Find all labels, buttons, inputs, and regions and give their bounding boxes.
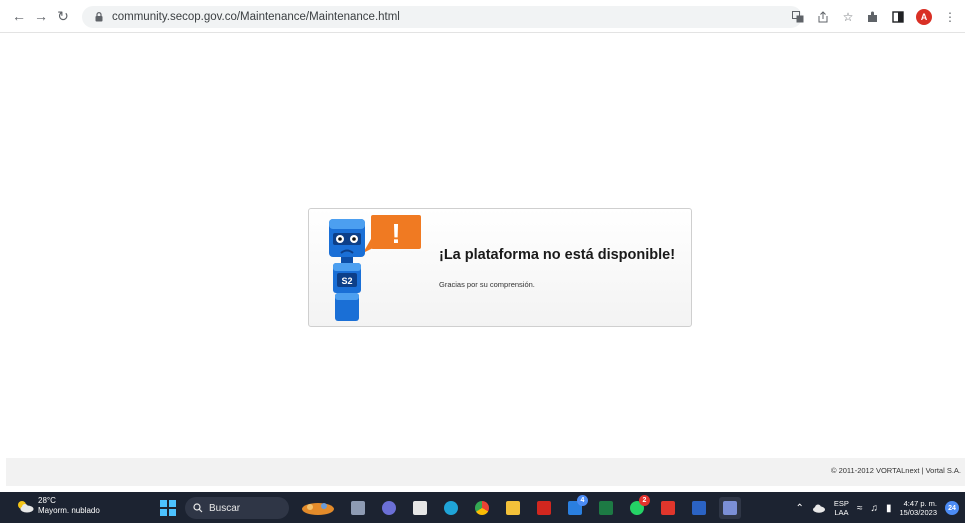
- cloud-icon: [18, 501, 34, 513]
- mascot-robot-icon: ! S2: [329, 215, 421, 321]
- weather-widget[interactable]: 28°C Mayorm. nublado: [16, 496, 100, 516]
- mascot-label: S2: [341, 276, 352, 286]
- whatsapp-badge: 2: [639, 495, 650, 506]
- copyright-text: © 2011-2012 VORTALnext | Vortal S.A.: [830, 466, 961, 475]
- menu-icon[interactable]: ⋮: [943, 10, 957, 24]
- search-label: Buscar: [209, 502, 241, 514]
- taskbar-search[interactable]: Buscar: [185, 497, 289, 519]
- edge-icon[interactable]: [440, 497, 462, 519]
- language-indicator[interactable]: ESP LAA: [834, 499, 849, 517]
- word-icon[interactable]: [688, 497, 710, 519]
- search-icon: [193, 503, 203, 513]
- address-bar[interactable]: community.secop.gov.co/Maintenance/Maint…: [82, 6, 802, 28]
- unavailable-heading: ¡La plataforma no está disponible!: [439, 247, 676, 263]
- chrome-icon[interactable]: [471, 497, 493, 519]
- windows-start-icon[interactable]: [160, 500, 176, 516]
- teams-chat-icon[interactable]: [378, 497, 400, 519]
- wifi-icon[interactable]: ≈: [857, 503, 863, 514]
- store-icon[interactable]: [409, 497, 431, 519]
- browser-toolbar: ← → ↻ community.secop.gov.co/Maintenance…: [0, 0, 965, 33]
- profile-avatar[interactable]: A: [916, 9, 932, 25]
- url-text[interactable]: community.secop.gov.co/Maintenance/Maint…: [112, 11, 400, 23]
- acrobat-reader-icon[interactable]: [657, 497, 679, 519]
- battery-icon[interactable]: ▮: [886, 503, 892, 514]
- thanks-message: Gracias por su comprensión.: [439, 280, 535, 289]
- acrobat-icon[interactable]: [533, 497, 555, 519]
- extensions-icon[interactable]: [866, 10, 880, 24]
- mail-icon[interactable]: 4: [564, 495, 588, 519]
- back-icon[interactable]: ←: [8, 5, 30, 27]
- snipping-tool-icon[interactable]: [719, 497, 741, 519]
- chevron-up-icon[interactable]: ⌃: [796, 503, 804, 514]
- excel-icon[interactable]: [595, 497, 617, 519]
- reload-icon[interactable]: ↻: [52, 5, 74, 27]
- sidepanel-icon[interactable]: [891, 10, 905, 24]
- keyboard-layout: LAA: [834, 508, 849, 517]
- file-explorer-icon[interactable]: [502, 497, 524, 519]
- lock-icon[interactable]: [92, 12, 106, 22]
- volume-icon[interactable]: ♫: [870, 503, 878, 514]
- share-icon[interactable]: [816, 10, 830, 24]
- weather-desc: Mayorm. nublado: [38, 506, 100, 515]
- widgets-banner-icon[interactable]: [298, 497, 338, 519]
- weather-temp: 28°C: [38, 496, 56, 505]
- whatsapp-icon[interactable]: 2: [626, 495, 650, 519]
- language-code: ESP: [833, 499, 849, 508]
- onedrive-cloud-icon[interactable]: [812, 503, 826, 513]
- star-icon[interactable]: ☆: [841, 10, 855, 24]
- clock[interactable]: 4:47 p. m. 15/03/2023: [899, 499, 937, 517]
- clock-time: 4:47 p. m.: [903, 499, 937, 508]
- forward-icon[interactable]: →: [30, 5, 52, 27]
- notification-badge[interactable]: 24: [945, 501, 959, 515]
- mail-badge: 4: [577, 495, 588, 506]
- windows-taskbar: 28°C Mayorm. nublado Buscar 4 2 ⌃ ESP LA…: [0, 492, 965, 523]
- maintenance-card: ! S2 ¡La plataforma no está disponible! …: [308, 208, 692, 327]
- exclamation-mark: !: [391, 218, 400, 249]
- translate-icon[interactable]: [791, 10, 805, 24]
- page-footer: © 2011-2012 VORTALnext | Vortal S.A.: [6, 458, 965, 486]
- task-view-icon[interactable]: [347, 497, 369, 519]
- clock-date: 15/03/2023: [899, 508, 937, 517]
